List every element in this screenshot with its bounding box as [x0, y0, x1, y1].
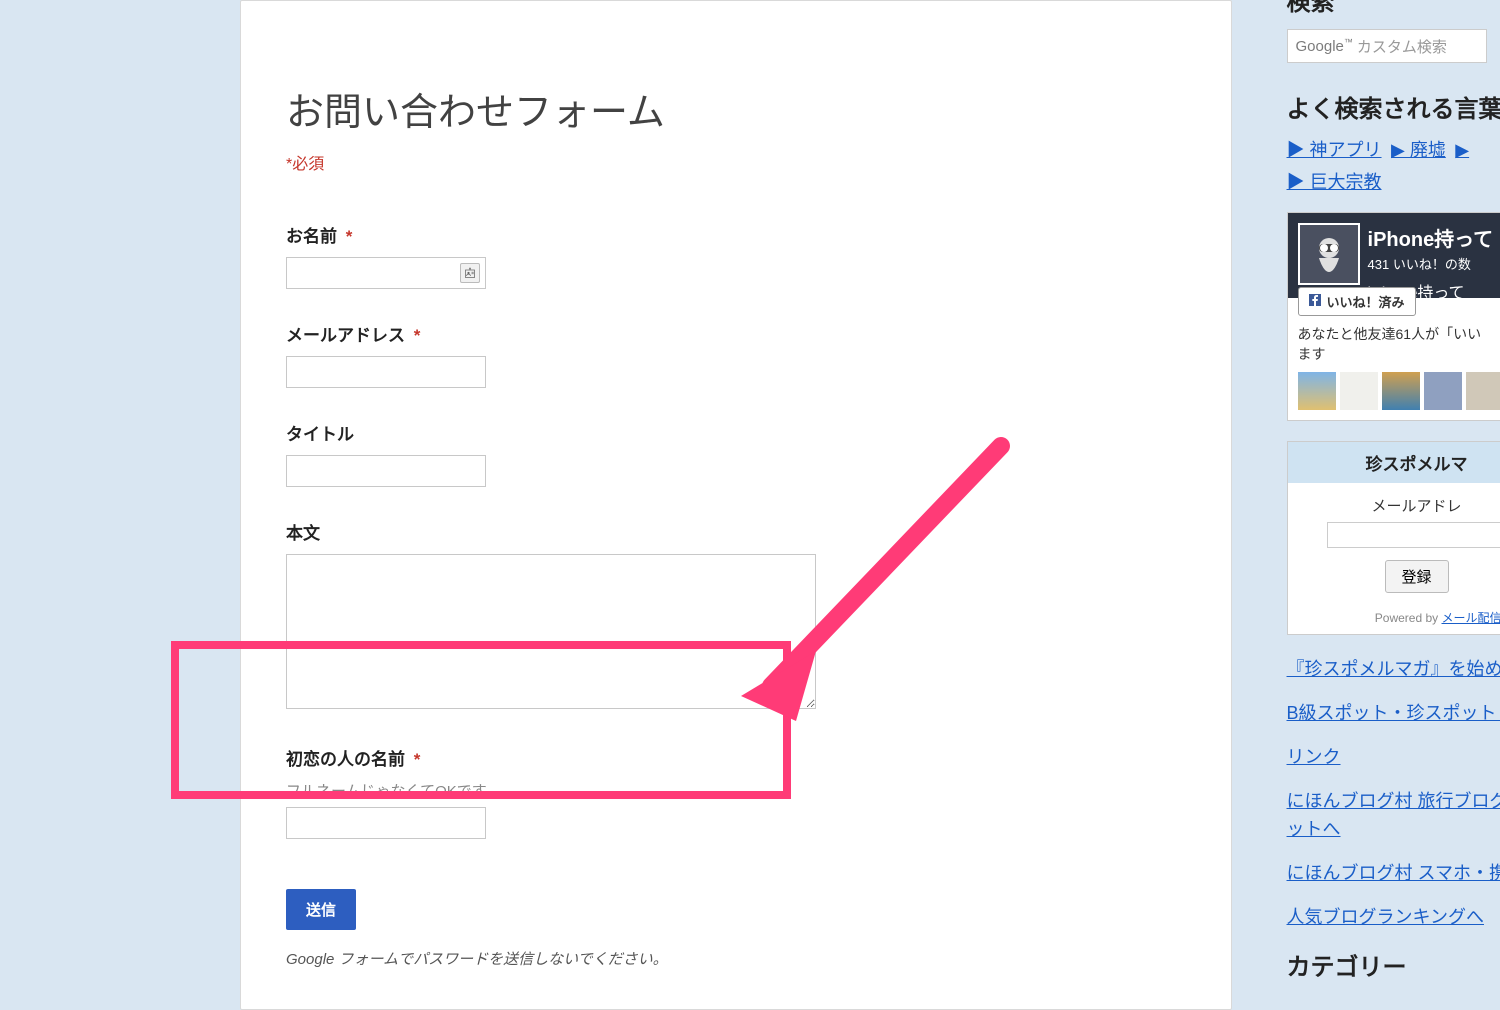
name-label: お名前 * — [286, 222, 1186, 247]
fb-face[interactable] — [1382, 372, 1420, 410]
google-brand: Google — [286, 951, 334, 968]
tag-link[interactable]: ▶ 神アプリ — [1287, 140, 1382, 160]
name-label-text: お名前 — [286, 227, 337, 246]
fb-face[interactable] — [1340, 372, 1378, 410]
sidebar-link[interactable]: にほんブログ村 スマホ・携帯 — [1287, 863, 1500, 883]
search-heading: 検索 — [1287, 0, 1500, 17]
sidebar-link[interactable]: 人気ブログランキングへ — [1287, 907, 1484, 927]
sidebar-link[interactable]: 『珍スポメルマガ』を始めます — [1287, 659, 1500, 679]
fb-like-button-label: いいね！済み — [1327, 292, 1405, 311]
fb-face[interactable] — [1424, 372, 1462, 410]
subject-label: タイトル — [286, 420, 1186, 445]
sidebar-link[interactable]: リンク — [1287, 747, 1341, 767]
fb-body: あなたと他友達61人が「いい ます — [1288, 298, 1500, 420]
mail-system-link[interactable]: メール配信システ — [1442, 611, 1500, 625]
sidebar-link[interactable]: B級スポット・珍スポットとは — [1287, 703, 1500, 723]
category-heading: カテゴリー — [1287, 947, 1500, 982]
field-crush: 初恋の人の名前 * フルネームじゃなくてOKです — [286, 745, 1186, 839]
footer-text: フォームでパスワードを送信しないでください。 — [339, 951, 668, 968]
fb-header: iPhone持って 431 いいね！の数 iPhone持って いいね！済み — [1288, 213, 1500, 298]
tag-link[interactable]: ▶ 巨大宗教 — [1287, 172, 1382, 192]
required-asterisk: * — [414, 750, 421, 769]
crush-label: 初恋の人の名前 * — [286, 745, 1186, 770]
powered-by-text: Powered by — [1375, 611, 1438, 625]
newsletter-email-input[interactable] — [1327, 522, 1500, 548]
fb-likes: 431 いいね！の数 — [1368, 254, 1500, 273]
contact-form-card: お問い合わせフォーム *必須 お名前 * メールアドレス * — [240, 0, 1232, 1010]
search-placeholder: カスタム検索 — [1357, 36, 1447, 57]
tag-link[interactable]: ▶ 廃墟 — [1391, 140, 1446, 160]
email-label: メールアドレス * — [286, 321, 1186, 346]
facebook-icon — [1309, 294, 1321, 309]
crush-label-text: 初恋の人の名前 — [286, 750, 405, 769]
newsletter-title: 珍スポメルマ — [1288, 442, 1500, 483]
popular-search-heading: よく検索される言葉 — [1287, 89, 1500, 124]
sidebar: 検索 Google™ カスタム検索 よく検索される言葉 ▶ 神アプリ ▶ 廃墟 … — [1252, 0, 1500, 994]
sidebar-link[interactable]: ットへ — [1287, 819, 1341, 839]
field-body: 本文 — [286, 519, 1186, 713]
crush-input[interactable] — [286, 807, 486, 839]
required-note: *必須 — [286, 150, 1186, 174]
fb-face[interactable] — [1466, 372, 1500, 410]
subject-input[interactable] — [286, 455, 486, 487]
field-name: お名前 * — [286, 222, 1186, 289]
google-brand: Google™ — [1296, 37, 1353, 55]
form-title: お問い合わせフォーム — [286, 81, 1186, 136]
search-input[interactable]: Google™ カスタム検索 — [1287, 29, 1487, 63]
fb-people-text: あなたと他友達61人が「いい ます — [1298, 324, 1500, 364]
sidebar-link-list: 『珍スポメルマガ』を始めます B級スポット・珍スポットとは リンク にほんブログ… — [1287, 655, 1500, 929]
newsletter-label: メールアドレ — [1300, 495, 1500, 516]
field-subject: タイトル — [286, 420, 1186, 487]
body-label: 本文 — [286, 519, 1186, 544]
email-input[interactable] — [286, 356, 486, 388]
fb-like-button[interactable]: いいね！済み — [1298, 287, 1416, 316]
field-email: メールアドレス * — [286, 321, 1186, 388]
fb-avatar[interactable] — [1298, 223, 1360, 285]
newsletter-footer: Powered by メール配信システ — [1288, 605, 1500, 634]
contact-card-icon[interactable] — [460, 263, 480, 283]
submit-button[interactable]: 送信 — [286, 889, 356, 930]
newsletter-register-button[interactable]: 登録 — [1385, 560, 1449, 593]
fb-title: iPhone持って — [1368, 223, 1500, 252]
newsletter-widget: 珍スポメルマ メールアドレ 登録 Powered by メール配信システ — [1287, 441, 1500, 635]
name-input[interactable] — [286, 257, 486, 289]
facebook-widget: iPhone持って 431 いいね！の数 iPhone持って いいね！済み あな… — [1287, 212, 1500, 421]
fb-faces — [1298, 372, 1500, 410]
form-footer: Google フォームでパスワードを送信しないでください。 — [286, 948, 1186, 969]
crush-hint: フルネームじゃなくてOKです — [286, 780, 1186, 801]
tag-link[interactable]: ▶ — [1455, 140, 1469, 160]
fb-face[interactable] — [1298, 372, 1336, 410]
email-label-text: メールアドレス — [286, 326, 405, 345]
required-asterisk: * — [414, 326, 421, 345]
body-textarea[interactable] — [286, 554, 816, 709]
sidebar-link[interactable]: にほんブログ村 旅行ブログ 珍 — [1287, 791, 1500, 811]
tag-links: ▶ 神アプリ ▶ 廃墟 ▶ ▶ 巨大宗教 — [1287, 136, 1500, 194]
required-asterisk: * — [346, 227, 353, 246]
